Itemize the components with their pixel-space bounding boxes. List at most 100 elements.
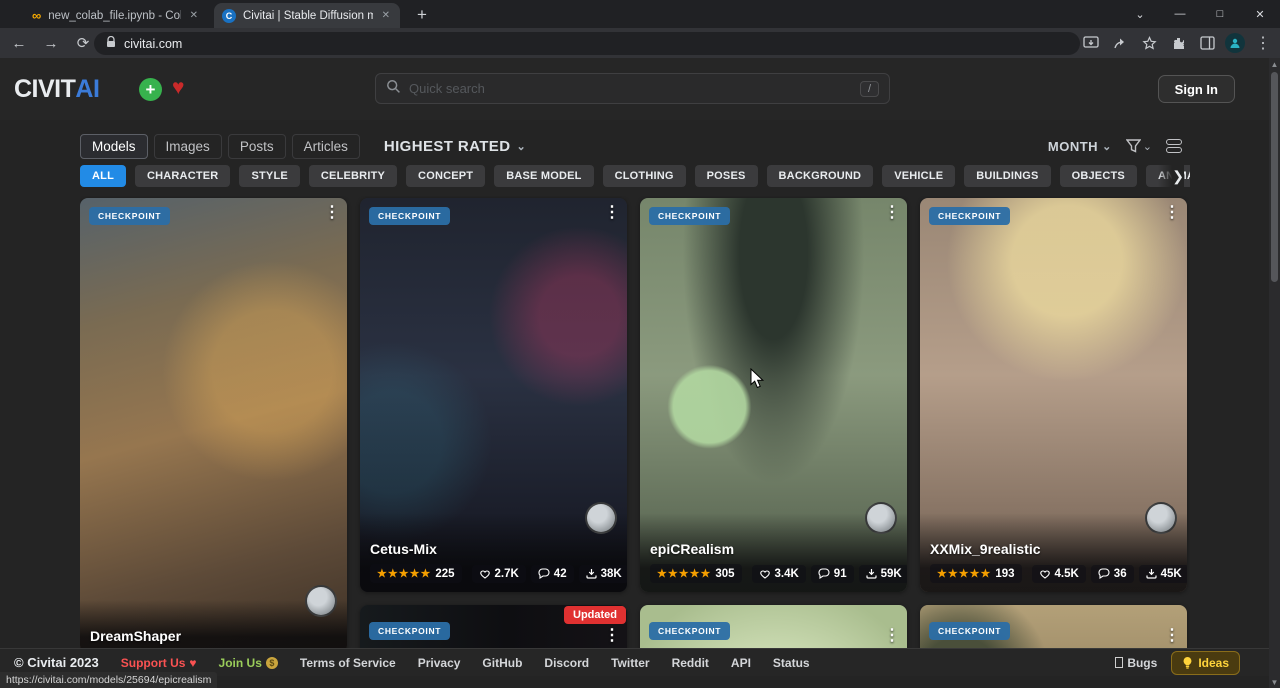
bug-icon	[1115, 657, 1123, 668]
category-scroll-right-button[interactable]: ❯	[1158, 165, 1184, 187]
category-pill[interactable]: STYLE	[239, 165, 299, 187]
model-type-badge[interactable]: CHECKPOINT	[369, 622, 450, 640]
forward-button[interactable]: →	[38, 30, 64, 56]
tab-articles[interactable]: Articles	[292, 134, 360, 159]
period-dropdown[interactable]: MONTH ⌄	[1048, 139, 1112, 154]
download-icon	[1146, 568, 1157, 579]
funnel-icon	[1126, 139, 1141, 153]
model-type-badge[interactable]: CHECKPOINT	[929, 622, 1010, 640]
browser-toolbar: ← → ⟳ civitai.com	[0, 28, 1280, 58]
tab-close-icon[interactable]: ✕	[188, 10, 200, 21]
category-pill[interactable]: CHARACTER	[135, 165, 230, 187]
profile-avatar[interactable]	[1225, 33, 1245, 53]
install-icon[interactable]	[1080, 32, 1102, 54]
category-pill[interactable]: CELEBRITY	[309, 165, 397, 187]
tab-close-icon[interactable]: ✕	[380, 10, 392, 21]
terms-link[interactable]: Terms of Service	[300, 656, 396, 670]
bookmark-star-icon[interactable]	[1138, 32, 1160, 54]
github-link[interactable]: GitHub	[482, 656, 522, 670]
model-type-badge[interactable]: CHECKPOINT	[649, 207, 730, 225]
favorites-heart-icon[interactable]: ♥	[172, 76, 184, 100]
maximize-button[interactable]: □	[1200, 0, 1240, 28]
support-us-link[interactable]: Support Us ♥	[121, 656, 197, 670]
bugs-link[interactable]: Bugs	[1115, 656, 1157, 670]
page-scrollbar[interactable]: ▲ ▼	[1269, 58, 1280, 688]
share-icon[interactable]	[1109, 32, 1131, 54]
model-type-badge[interactable]: CHECKPOINT	[89, 207, 170, 225]
civitai-logo[interactable]: CIVIT AI	[14, 75, 99, 104]
sort-label: HIGHEST RATED	[384, 138, 511, 155]
model-type-badge[interactable]: CHECKPOINT	[929, 207, 1010, 225]
model-type-badge[interactable]: CHECKPOINT	[369, 207, 450, 225]
category-pill[interactable]: OBJECTS	[1060, 165, 1137, 187]
model-card-partial[interactable]: CHECKPOINT ⋮	[640, 605, 907, 648]
twitter-link[interactable]: Twitter	[611, 656, 649, 670]
browser-tab-civitai[interactable]: C Civitai | Stable Diffusion models ✕	[214, 3, 400, 28]
creator-avatar[interactable]	[865, 502, 897, 534]
join-us-link[interactable]: Join Us $	[219, 656, 278, 670]
back-button[interactable]: ←	[6, 30, 32, 56]
minimize-button[interactable]: —	[1160, 0, 1200, 28]
model-card-dreamshaper[interactable]: CHECKPOINT ⋮ DreamShaper	[80, 198, 347, 648]
category-pill[interactable]: BASE MODEL	[494, 165, 593, 187]
card-menu-kebab-icon[interactable]: ⋮	[884, 205, 900, 221]
comments-count: 91	[834, 568, 847, 580]
extensions-puzzle-icon[interactable]	[1167, 32, 1189, 54]
layout-toggle-icon[interactable]	[1166, 139, 1182, 153]
comments-stat: 42	[531, 565, 574, 583]
search-input[interactable]	[409, 81, 852, 96]
model-card-cetus-mix[interactable]: CHECKPOINT ⋮ Cetus-Mix ★★★★★ 225 2.7K	[360, 198, 627, 592]
category-pill[interactable]: CONCEPT	[406, 165, 485, 187]
creator-avatar[interactable]	[305, 585, 337, 617]
chevron-down-icon: ⌄	[516, 140, 526, 153]
category-pill-all[interactable]: ALL	[80, 165, 126, 187]
new-tab-button[interactable]: +	[410, 4, 434, 26]
scrollbar-thumb[interactable]	[1271, 72, 1278, 282]
card-menu-kebab-icon[interactable]: ⋮	[1164, 205, 1180, 221]
model-card-xxmix[interactable]: CHECKPOINT ⋮ XXMix_9realistic ★★★★★ 193 …	[920, 198, 1187, 592]
api-link[interactable]: API	[731, 656, 751, 670]
filter-dropdown[interactable]: ⌄	[1126, 139, 1152, 153]
category-pill[interactable]: POSES	[695, 165, 758, 187]
sign-in-button[interactable]: Sign In	[1158, 75, 1235, 103]
address-bar[interactable]: civitai.com	[94, 32, 1080, 55]
card-menu-kebab-icon[interactable]: ⋮	[604, 205, 620, 221]
tab-models[interactable]: Models	[80, 134, 148, 159]
model-card-partial[interactable]: CHECKPOINT ⋮	[920, 605, 1187, 648]
rating-count: 193	[995, 568, 1014, 580]
tab-images[interactable]: Images	[154, 134, 222, 159]
close-button[interactable]: ✕	[1240, 0, 1280, 28]
model-card-partial[interactable]: Updated CHECKPOINT ⋮	[360, 605, 627, 648]
model-type-badge[interactable]: CHECKPOINT	[649, 622, 730, 640]
discord-link[interactable]: Discord	[544, 656, 589, 670]
create-plus-button[interactable]: +	[139, 78, 162, 101]
browser-menu-kebab-icon[interactable]: ⋮	[1252, 32, 1274, 54]
creator-avatar[interactable]	[585, 502, 617, 534]
model-card-epicrealism[interactable]: CHECKPOINT ⋮ epiCRealism ★★★★★ 305 3.4K	[640, 198, 907, 592]
card-menu-kebab-icon[interactable]: ⋮	[884, 628, 900, 644]
tab-search-icon[interactable]: ⌄	[1120, 0, 1160, 28]
likes-stat: 4.5K	[1032, 565, 1086, 583]
period-label: MONTH	[1048, 139, 1098, 154]
browser-tab-colab[interactable]: ∞ new_colab_file.ipynb - Colaborat ✕	[24, 3, 208, 28]
reddit-link[interactable]: Reddit	[672, 656, 709, 670]
side-panel-icon[interactable]	[1196, 32, 1218, 54]
category-pill[interactable]: CLOTHING	[603, 165, 686, 187]
scroll-up-arrow-icon[interactable]: ▲	[1269, 58, 1280, 70]
card-menu-kebab-icon[interactable]: ⋮	[1164, 628, 1180, 644]
ideas-label: Ideas	[1198, 656, 1229, 670]
reload-button[interactable]: ⟳	[70, 30, 96, 56]
scroll-down-arrow-icon[interactable]: ▼	[1269, 676, 1280, 688]
privacy-link[interactable]: Privacy	[418, 656, 461, 670]
category-pill[interactable]: BACKGROUND	[767, 165, 874, 187]
tab-posts[interactable]: Posts	[228, 134, 286, 159]
ideas-button[interactable]: Ideas	[1171, 651, 1240, 675]
comment-icon	[538, 568, 550, 579]
creator-avatar[interactable]	[1145, 502, 1177, 534]
status-link[interactable]: Status	[773, 656, 810, 670]
sort-dropdown[interactable]: HIGHEST RATED ⌄	[384, 138, 526, 155]
category-pill[interactable]: VEHICLE	[882, 165, 955, 187]
card-menu-kebab-icon[interactable]: ⋮	[324, 205, 340, 221]
category-pill[interactable]: BUILDINGS	[964, 165, 1050, 187]
card-menu-kebab-icon[interactable]: ⋮	[604, 628, 620, 644]
